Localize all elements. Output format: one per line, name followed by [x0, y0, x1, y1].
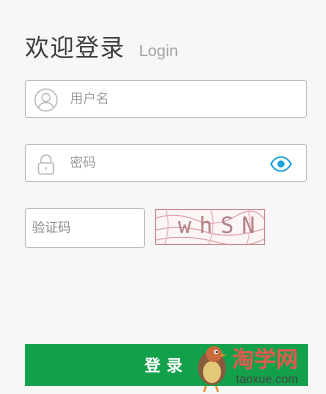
eye-icon[interactable]: [270, 154, 292, 174]
captcha-input[interactable]: [32, 209, 140, 247]
password-input[interactable]: [70, 145, 270, 181]
username-input[interactable]: [70, 81, 270, 117]
captcha-text: whSN: [178, 214, 263, 239]
watermark-text-en: taoxue.com: [236, 372, 299, 386]
bird-logo: [198, 346, 227, 392]
page-title: 欢迎登录: [25, 34, 125, 62]
lock-icon: [34, 152, 58, 176]
page-header: 欢迎登录 Login: [25, 28, 178, 63]
watermark: 淘学网 taoxue.com: [190, 336, 326, 394]
user-icon: [34, 88, 58, 112]
captcha-field[interactable]: [25, 208, 145, 248]
page-subtitle: Login: [139, 43, 179, 60]
watermark-text-cn: 淘学网: [232, 348, 299, 373]
password-field[interactable]: [25, 144, 307, 182]
captcha-image[interactable]: whSN: [155, 209, 265, 245]
username-field[interactable]: [25, 80, 307, 118]
